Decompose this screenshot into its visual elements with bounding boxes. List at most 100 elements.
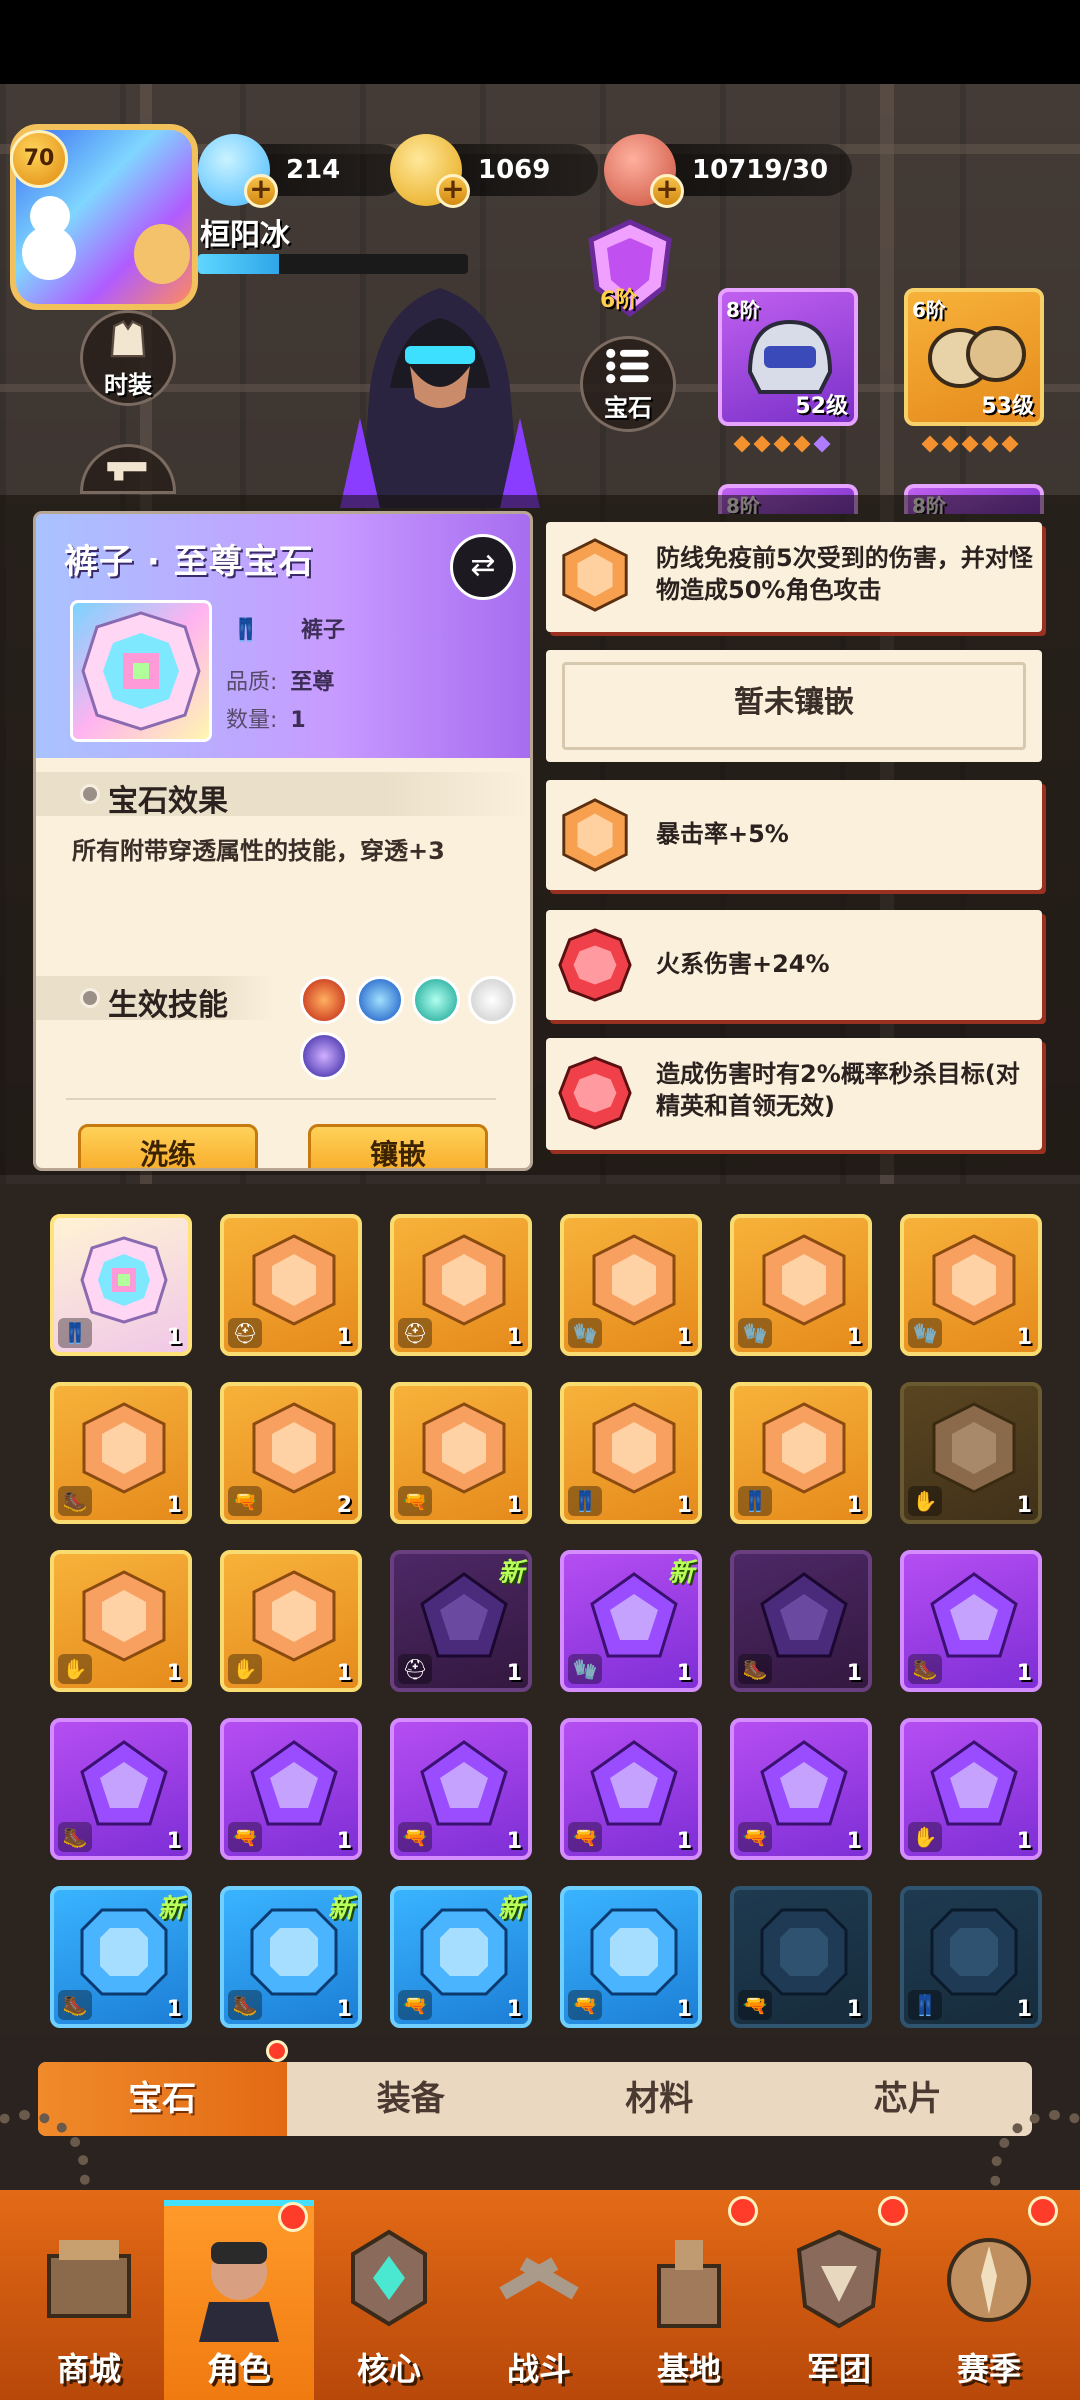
socket-2-empty[interactable]: 暂未镶嵌 [546, 650, 1042, 762]
vortex-skill-icon[interactable] [300, 1032, 348, 1080]
gem-count: 1 [506, 1829, 522, 1854]
gem-slot[interactable]: 🥾 1 [730, 1550, 872, 1692]
orange-gem-icon [82, 1570, 166, 1662]
pants-icon: 👖 [58, 1318, 92, 1348]
tab-materials[interactable]: 材料 [535, 2062, 784, 2136]
gem-slot[interactable]: 🔫 1 [730, 1718, 872, 1860]
gem-count: 1 [166, 1829, 182, 1854]
nav-legion[interactable]: 军团 [764, 2196, 914, 2400]
socket-2-text: 暂未镶嵌 [562, 662, 1026, 750]
add-stamina-icon[interactable]: + [650, 174, 684, 208]
level-badge: 70 [10, 130, 68, 188]
tab-equipment[interactable]: 装备 [287, 2062, 536, 2136]
gem-slot[interactable]: 👖 1 [730, 1382, 872, 1524]
rank-label: 6阶 [600, 288, 638, 313]
glove-icon: 🧤 [908, 1318, 942, 1348]
gem-slot[interactable]: 🥾 1 新 [220, 1886, 362, 2028]
gem-slot[interactable]: 🔫 1 [730, 1886, 872, 2028]
purple-gem-icon [590, 1740, 678, 1826]
gem-slot[interactable]: 🔫 1 [560, 1718, 702, 1860]
blue-gem-icon [590, 1908, 678, 1996]
gem-slot[interactable]: 🔫 1 [390, 1718, 532, 1860]
gem-slot[interactable]: 🔫 1 新 [390, 1886, 532, 2028]
coin-count: 1069 [478, 155, 551, 185]
socket-5[interactable]: 造成伤害时有2%概率秒杀目标(对精英和首领无效) [546, 1038, 1042, 1150]
tab-chips[interactable]: 芯片 [784, 2062, 1033, 2136]
equip-card-gloves[interactable]: 6阶 53级 [904, 288, 1044, 426]
gem-slot[interactable]: 🧤 1 [730, 1214, 872, 1356]
gem-button[interactable]: 宝石 [580, 336, 676, 432]
nav-battle[interactable]: 战斗 [464, 2200, 614, 2400]
nav-character[interactable]: 角色 [164, 2200, 314, 2400]
tab-gems[interactable]: 宝石 [38, 2062, 287, 2136]
gem-slot[interactable]: 🥾 1 [50, 1382, 192, 1524]
effect-header: 宝石效果 [108, 784, 228, 819]
gem-slot[interactable]: 👖 1 [560, 1382, 702, 1524]
coin-counter[interactable]: + 1069 [390, 134, 598, 208]
nav-label: 核心 [356, 2350, 421, 2388]
gem-slot[interactable]: 🥾 1 [50, 1718, 192, 1860]
nav-label: 军团 [806, 2350, 871, 2388]
gem-slot[interactable]: 🧤 1 [900, 1214, 1042, 1356]
fire-skill-icon[interactable] [300, 976, 348, 1024]
gun-icon: 🔫 [228, 1486, 262, 1516]
gem-slot[interactable]: 🧤 1 新 [560, 1550, 702, 1692]
orange-gem-icon [932, 1234, 1016, 1326]
refine-button[interactable]: 洗练 [78, 1124, 258, 1168]
alert-dot-icon [1028, 2196, 1058, 2226]
gem-slot[interactable]: ✋ 1 [220, 1550, 362, 1692]
socket-1[interactable]: 防线免疫前5次受到的伤害，并对怪物造成50%角色攻击 [546, 522, 1042, 632]
quantity-label: 数量: [226, 708, 278, 733]
gem-slot[interactable]: 🔫 1 [560, 1886, 702, 2028]
nav-base[interactable]: 基地 [614, 2196, 764, 2400]
stamina-counter[interactable]: + 10719/30 [604, 134, 852, 208]
purple-gem-icon [930, 1740, 1018, 1826]
swap-icon[interactable]: ⇄ [450, 534, 516, 600]
nav-shop[interactable]: 商城 [14, 2200, 164, 2400]
rainbow-gem-icon [80, 1236, 168, 1324]
add-gems-icon[interactable]: + [244, 174, 278, 208]
pants-icon: 👖 [568, 1486, 602, 1516]
gem-slot[interactable]: 🧤 1 [560, 1214, 702, 1356]
gem-count: 1 [166, 1493, 182, 1518]
gem-slot[interactable]: 👖 1 [50, 1214, 192, 1356]
gem-count: 1 [846, 1325, 862, 1350]
gem-slot[interactable]: 🔫 1 [390, 1382, 532, 1524]
nav-season[interactable]: 赛季 [914, 2196, 1064, 2400]
gem-slot[interactable]: ⛑ 1 [220, 1214, 362, 1356]
new-badge: 新 [327, 1894, 354, 1924]
equip-card-helmet[interactable]: 8阶 52级 [718, 288, 858, 426]
add-coins-icon[interactable]: + [436, 174, 470, 208]
gun-icon: 🔫 [738, 1822, 772, 1852]
nav-label: 赛季 [956, 2350, 1021, 2388]
orange-gem-icon [562, 538, 628, 612]
gem-slot[interactable]: 🥾 1 [900, 1550, 1042, 1692]
gem-slot[interactable]: ⛑ 1 新 [390, 1550, 532, 1692]
gem-slot[interactable]: ⛑ 1 [390, 1214, 532, 1356]
wind-skill-icon[interactable] [412, 976, 460, 1024]
ice-skill-icon[interactable] [356, 976, 404, 1024]
gem-counter[interactable]: + 214 [198, 134, 406, 208]
gem-slot[interactable]: 🔫 1 [220, 1718, 362, 1860]
gem-inventory-grid: 👖 1 ⛑ 1 ⛑ 1 🧤 1 🧤 1 🧤 1 🥾 1 🔫 2 🔫 1 👖 1 👖 1 ✋ 1 ✋ 1 ✋ 1 ⛑ 1 新 🧤 1 新 🥾 1 🥾 1 🥾 1… [0, 1184, 1080, 2034]
gem-slot[interactable]: 👖 1 [900, 1886, 1042, 2028]
orange-gem-icon [762, 1402, 846, 1494]
character-icon [199, 2242, 279, 2342]
gem-slot[interactable]: ✋ 1 [900, 1382, 1042, 1524]
gem-slot[interactable]: ✋ 1 [900, 1718, 1042, 1860]
battle-icon [499, 2257, 579, 2300]
socket-3[interactable]: 暴击率+5% [546, 780, 1042, 890]
legion-icon [796, 2229, 882, 2329]
gems-tab-alert-icon [266, 2040, 288, 2062]
socket-4[interactable]: 火系伤害+24% [546, 910, 1042, 1020]
category-tabs: 宝石 装备 材料 芯片 [38, 2062, 1032, 2136]
pants-icon: 👖 [908, 1990, 942, 2020]
inlay-button[interactable]: 镶嵌 [308, 1124, 488, 1168]
gem-slot[interactable]: 🔫 2 [220, 1382, 362, 1524]
rifle-skill-icon[interactable] [468, 976, 516, 1024]
gem-count: 1 [166, 1661, 182, 1686]
gem-slot[interactable]: 🥾 1 新 [50, 1886, 192, 2028]
nav-core[interactable]: 核心 [314, 2200, 464, 2400]
costume-button[interactable]: 时装 [80, 310, 176, 406]
gem-slot[interactable]: ✋ 1 [50, 1550, 192, 1692]
